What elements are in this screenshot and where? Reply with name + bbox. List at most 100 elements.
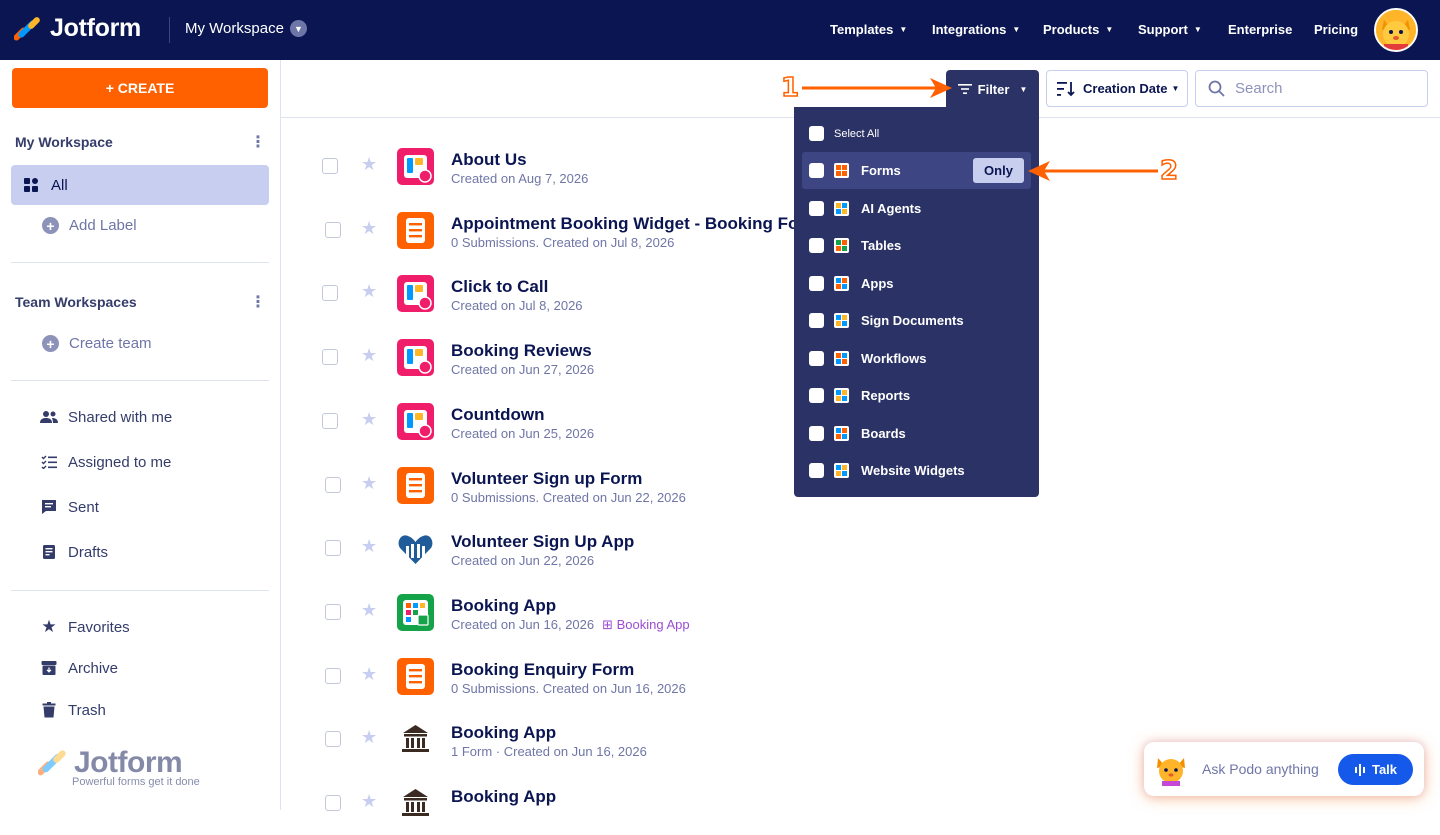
chevron-down-icon: ▼ bbox=[1105, 25, 1114, 34]
item-title[interactable]: Click to Call bbox=[451, 277, 548, 297]
filter-type-icon bbox=[834, 350, 849, 366]
nav-label: Integrations bbox=[932, 22, 1007, 37]
app-tag[interactable]: ⊞ Booking App bbox=[602, 617, 690, 632]
checkbox[interactable] bbox=[809, 238, 824, 253]
nav-support[interactable]: Support ▼ bbox=[1138, 22, 1202, 37]
header-divider bbox=[169, 17, 170, 43]
star-icon[interactable]: ★ bbox=[361, 473, 377, 494]
nav-templates[interactable]: Templates ▼ bbox=[830, 22, 907, 37]
filter-option-website-widgets[interactable]: Website Widgets bbox=[802, 452, 1031, 489]
row-checkbox[interactable] bbox=[325, 540, 341, 557]
star-icon[interactable]: ★ bbox=[361, 409, 377, 430]
filter-option-boards[interactable]: Boards bbox=[802, 415, 1031, 452]
nav-integrations[interactable]: Integrations ▼ bbox=[932, 22, 1020, 37]
row-checkbox[interactable] bbox=[322, 285, 338, 302]
add-label-button[interactable]: + Add Label bbox=[42, 217, 137, 234]
filter-option-workflows[interactable]: Workflows bbox=[802, 340, 1031, 377]
nav-enterprise[interactable]: Enterprise bbox=[1228, 22, 1292, 37]
list-item[interactable]: ★ Booking App Created on Jun 16, 2026 ⊞ Boo… bbox=[281, 580, 1440, 644]
divider bbox=[11, 590, 269, 591]
user-avatar[interactable] bbox=[1374, 8, 1418, 52]
archive-icon bbox=[40, 659, 58, 677]
star-icon[interactable]: ★ bbox=[361, 727, 377, 748]
ask-podo-widget[interactable]: Ask Podo anything Talk bbox=[1144, 742, 1424, 796]
star-icon[interactable]: ★ bbox=[361, 536, 377, 557]
checkbox[interactable] bbox=[809, 388, 824, 403]
add-label-text: Add Label bbox=[69, 217, 137, 234]
item-title[interactable]: Volunteer Sign up Form bbox=[451, 469, 642, 489]
nav-pricing[interactable]: Pricing bbox=[1314, 22, 1358, 37]
filter-option-sign-documents[interactable]: Sign Documents bbox=[802, 302, 1031, 339]
row-checkbox[interactable] bbox=[325, 603, 341, 620]
item-title[interactable]: Countdown bbox=[451, 405, 544, 425]
sidebar-item-shared[interactable]: Shared with me bbox=[40, 408, 172, 426]
annotation-number-1: 1 bbox=[780, 72, 800, 104]
star-icon[interactable]: ★ bbox=[361, 154, 377, 175]
talk-button[interactable]: Talk bbox=[1338, 754, 1413, 785]
draft-icon bbox=[40, 543, 58, 561]
sidebar-item-assigned[interactable]: Assigned to me bbox=[40, 453, 171, 471]
checkbox[interactable] bbox=[809, 313, 824, 328]
checkbox[interactable] bbox=[809, 275, 824, 291]
row-checkbox[interactable] bbox=[325, 795, 341, 811]
list-item[interactable]: ★ Volunteer Sign Up App Created on Jun 22,… bbox=[281, 516, 1440, 580]
checkbox[interactable] bbox=[809, 350, 824, 366]
filter-option-reports[interactable]: Reports bbox=[802, 377, 1031, 414]
item-title[interactable]: Booking App bbox=[451, 723, 556, 743]
row-checkbox[interactable] bbox=[325, 476, 341, 493]
star-icon[interactable]: ★ bbox=[361, 664, 377, 685]
item-title[interactable]: About Us bbox=[451, 150, 527, 170]
more-options-icon[interactable]: ⋮ bbox=[250, 132, 266, 152]
sidebar-item-trash[interactable]: Trash bbox=[40, 701, 106, 719]
item-title[interactable]: Booking Reviews bbox=[451, 341, 592, 361]
row-checkbox[interactable] bbox=[325, 731, 341, 748]
item-title[interactable]: Appointment Booking Widget - Booking For… bbox=[451, 214, 820, 234]
row-checkbox[interactable] bbox=[322, 349, 338, 366]
nav-label: Pricing bbox=[1314, 22, 1359, 37]
filter-option-label: AI Agents bbox=[861, 200, 922, 216]
star-icon[interactable]: ★ bbox=[361, 791, 377, 812]
filter-type-icon bbox=[834, 388, 849, 403]
filter-option-label: Website Widgets bbox=[861, 463, 965, 478]
star-icon[interactable]: ★ bbox=[361, 345, 377, 366]
star-icon[interactable]: ★ bbox=[361, 281, 377, 302]
row-checkbox[interactable] bbox=[322, 158, 338, 174]
hands-heart-icon bbox=[397, 530, 434, 567]
item-title[interactable]: Booking App bbox=[451, 596, 556, 616]
sidebar-item-all[interactable]: All bbox=[11, 165, 269, 205]
item-subtitle: 0 Submissions. Created on Jun 16, 2026 bbox=[451, 680, 686, 696]
filter-option-tables[interactable]: Tables bbox=[802, 227, 1031, 264]
podo-icon bbox=[1157, 758, 1185, 786]
create-button[interactable]: + CREATE bbox=[12, 68, 268, 108]
item-title[interactable]: Booking App bbox=[451, 787, 556, 807]
item-title[interactable]: Booking Enquiry Form bbox=[451, 660, 634, 680]
checkbox[interactable] bbox=[809, 463, 824, 478]
nav-products[interactable]: Products ▼ bbox=[1043, 22, 1113, 37]
top-navigation-bar: Jotform My Workspace ▼ Templates ▼ Integr… bbox=[0, 0, 1440, 60]
item-title[interactable]: Volunteer Sign Up App bbox=[451, 532, 634, 552]
create-team-button[interactable]: + Create team bbox=[42, 335, 152, 352]
search-input[interactable]: Search bbox=[1195, 70, 1428, 107]
row-checkbox[interactable] bbox=[325, 221, 341, 238]
filter-option-apps[interactable]: Apps bbox=[802, 265, 1031, 302]
filter-option-label: Tables bbox=[861, 238, 902, 253]
sidebar-item-archive[interactable]: Archive bbox=[40, 659, 118, 677]
row-checkbox[interactable] bbox=[322, 412, 338, 429]
workspace-switcher[interactable]: My Workspace ▼ bbox=[185, 20, 307, 37]
checkbox[interactable] bbox=[809, 425, 824, 441]
star-icon[interactable]: ★ bbox=[361, 600, 377, 621]
filter-option-label: Sign Documents bbox=[861, 313, 964, 328]
sidebar-item-sent[interactable]: Sent bbox=[40, 498, 99, 516]
divider bbox=[11, 262, 269, 263]
item-subtitle: Created on Aug 7, 2026 bbox=[451, 171, 589, 186]
sidebar-item-favorites[interactable]: ★ Favorites bbox=[40, 617, 129, 636]
row-checkbox[interactable] bbox=[325, 667, 341, 684]
more-options-icon[interactable]: ⋮ bbox=[250, 292, 266, 312]
my-workspace-title: My Workspace bbox=[15, 134, 113, 150]
sidebar-item-drafts[interactable]: Drafts bbox=[40, 543, 108, 561]
jotform-logo[interactable]: Jotform bbox=[14, 14, 141, 43]
form-icon bbox=[397, 211, 434, 249]
star-icon[interactable]: ★ bbox=[361, 218, 377, 239]
list-item[interactable]: ★ Booking Enquiry Form 0 Submissions. Crea… bbox=[281, 644, 1440, 708]
checkbox[interactable] bbox=[809, 200, 824, 216]
